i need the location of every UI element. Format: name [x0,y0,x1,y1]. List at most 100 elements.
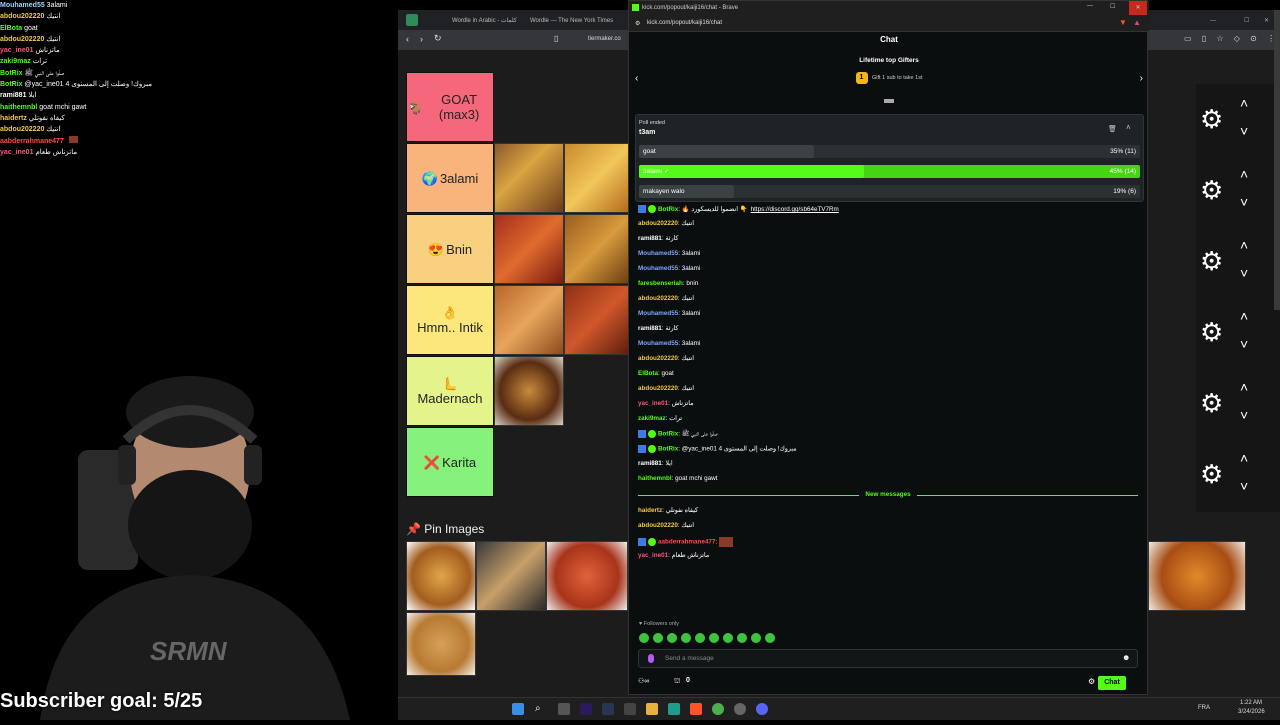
chevron-up-icon[interactable]: ˄ [1240,451,1248,465]
food-image[interactable] [1148,541,1246,611]
chrome-icon[interactable] [712,703,724,715]
chevron-up-icon[interactable]: ˄ [1126,123,1131,132]
poll-option[interactable]: 3alami ✓ 45% (14) [639,165,1140,178]
tier-row-label[interactable]: 👌 Hmm.. Intik [406,285,494,355]
chevron-right-icon[interactable]: › [1140,73,1143,84]
gifters-subtitle[interactable]: Gift 1 sub to take 1st [872,75,922,81]
emoji-icon[interactable]: ☻ [1122,653,1130,662]
emote-icon[interactable] [653,633,663,643]
food-image[interactable] [406,541,476,611]
chat-username[interactable]: rami881 [638,235,662,242]
chevron-up-icon[interactable]: ˄ [1240,380,1248,394]
chat-username[interactable]: Mouhamed55 [638,310,678,317]
food-image[interactable] [564,285,630,355]
url-text[interactable]: tiermaker.co [588,36,621,42]
maximize-icon[interactable]: ☐ [1244,14,1249,28]
food-image[interactable] [564,214,630,284]
brave-rewards-icon[interactable]: ▲ [1133,18,1141,27]
file-icon[interactable] [558,703,570,715]
chat-username[interactable]: BotRix [658,431,678,438]
food-image[interactable] [564,143,630,213]
send-message-input[interactable]: Send a message ☻ [638,649,1138,668]
tab-wordle-nyt[interactable]: Wordle — The New York Times [530,14,613,28]
folder-icon[interactable] [646,703,658,715]
emote-icon[interactable] [737,633,747,643]
maximize-icon[interactable]: ☐ [1110,3,1115,10]
page-scrollbar[interactable] [1274,10,1280,310]
chat-username[interactable]: yac_ine01 [638,400,668,407]
poll-option[interactable]: makayen walo 19% (6) [639,185,1140,198]
brave-icon[interactable] [690,703,702,715]
emote-icon[interactable] [695,633,705,643]
bookmark-icon[interactable]: ▯ [554,34,558,43]
tab-wordle-arabic[interactable]: Wordle in Arabic - كلمات [452,14,517,28]
emote-icon[interactable] [765,633,775,643]
chat-username[interactable]: abdou202220 [638,355,678,362]
settings-gear-icon[interactable]: ⚙ [1088,677,1095,686]
tier-row-label[interactable]: 🐐 GOAT (max3) [406,72,494,142]
clock-date[interactable]: 3/24/2026 [1238,709,1265,715]
chevron-down-icon[interactable]: ˅ [1240,479,1248,493]
chevron-up-icon[interactable]: ˄ [1240,96,1248,110]
food-image[interactable] [476,541,546,611]
app-icon[interactable] [668,703,680,715]
food-image[interactable] [494,285,564,355]
chevron-up-icon[interactable]: ˄ [1240,167,1248,181]
popout-url[interactable]: kick.com/popout/kaiji16/chat [647,20,722,26]
chat-username[interactable]: abdou202220 [638,220,678,227]
chat-username[interactable]: abdou202220 [638,295,678,302]
obs-icon[interactable] [734,703,746,715]
gear-icon[interactable]: ⚙ [1200,319,1226,345]
chat-link[interactable]: https://discord.gg/sb64eTV7Rm [751,206,839,213]
mic-icon[interactable] [648,654,654,663]
emote-icon[interactable] [723,633,733,643]
discord-icon[interactable] [756,703,768,715]
chevron-down-icon[interactable]: ˅ [1240,266,1248,280]
browser-toolbar-icons[interactable]: ▭ ▯ ☆ ◇ ⊙ ⋮ [1184,34,1279,43]
clock-time[interactable]: 1:22 AM [1240,700,1262,706]
chat-username[interactable]: rami881 [638,325,662,332]
emote-icon[interactable] [709,633,719,643]
minimize-icon[interactable]: — [1087,3,1093,9]
food-image[interactable] [406,612,476,676]
emote-bar[interactable] [639,633,939,645]
forward-arrow-icon[interactable]: › [420,34,423,44]
users-icon[interactable]: ⚇∞ [638,677,649,685]
food-image[interactable] [494,143,564,213]
site-settings-icon[interactable]: ⚙ [635,20,640,27]
gift-icon[interactable]: ⛫ [674,677,680,686]
chevron-down-icon[interactable]: ˅ [1240,408,1248,422]
back-arrow-icon[interactable]: ‹ [406,34,409,44]
chat-username[interactable]: Mouhamed55 [638,265,678,272]
gear-icon[interactable]: ⚙ [1200,106,1226,132]
food-image[interactable] [494,356,564,426]
emote-icon[interactable] [751,633,761,643]
chat-username[interactable]: haidertz [638,507,662,514]
emote-icon[interactable] [667,633,677,643]
emote-icon[interactable] [681,633,691,643]
chevron-down-icon[interactable]: ˅ [1240,124,1248,138]
food-image[interactable] [546,541,628,611]
premiere-icon[interactable] [580,703,592,715]
chevron-up-icon[interactable]: ˄ [1240,238,1248,252]
chevron-down-icon[interactable]: ˅ [1240,337,1248,351]
reload-icon[interactable]: ↻ [434,33,442,44]
food-image[interactable] [494,214,564,284]
close-icon[interactable]: ✕ [1264,14,1269,28]
language-indicator[interactable]: FRA [1198,705,1210,711]
chat-username[interactable]: faresbenseriah [638,280,683,287]
chat-username[interactable]: Mouhamed55 [638,340,678,347]
gear-icon[interactable]: ⚙ [1200,390,1226,416]
chat-username[interactable]: abdou202220 [638,522,678,529]
chat-username[interactable]: zaki9maz [638,415,666,422]
chat-username[interactable]: Mouhamed55 [638,250,678,257]
tier-row-label[interactable]: ❌ Karita [406,427,494,497]
gear-icon[interactable]: ⚙ [1200,248,1226,274]
photoshop-icon[interactable] [602,703,614,715]
chat-username[interactable]: aabderrahmane477 [658,539,715,546]
search-icon[interactable]: ⌕ [535,703,547,715]
chat-send-button[interactable]: Chat [1098,676,1126,690]
chevron-left-icon[interactable]: ‹ [635,73,638,84]
app-icon[interactable] [624,703,636,715]
chat-username[interactable]: abdou202220 [638,385,678,392]
